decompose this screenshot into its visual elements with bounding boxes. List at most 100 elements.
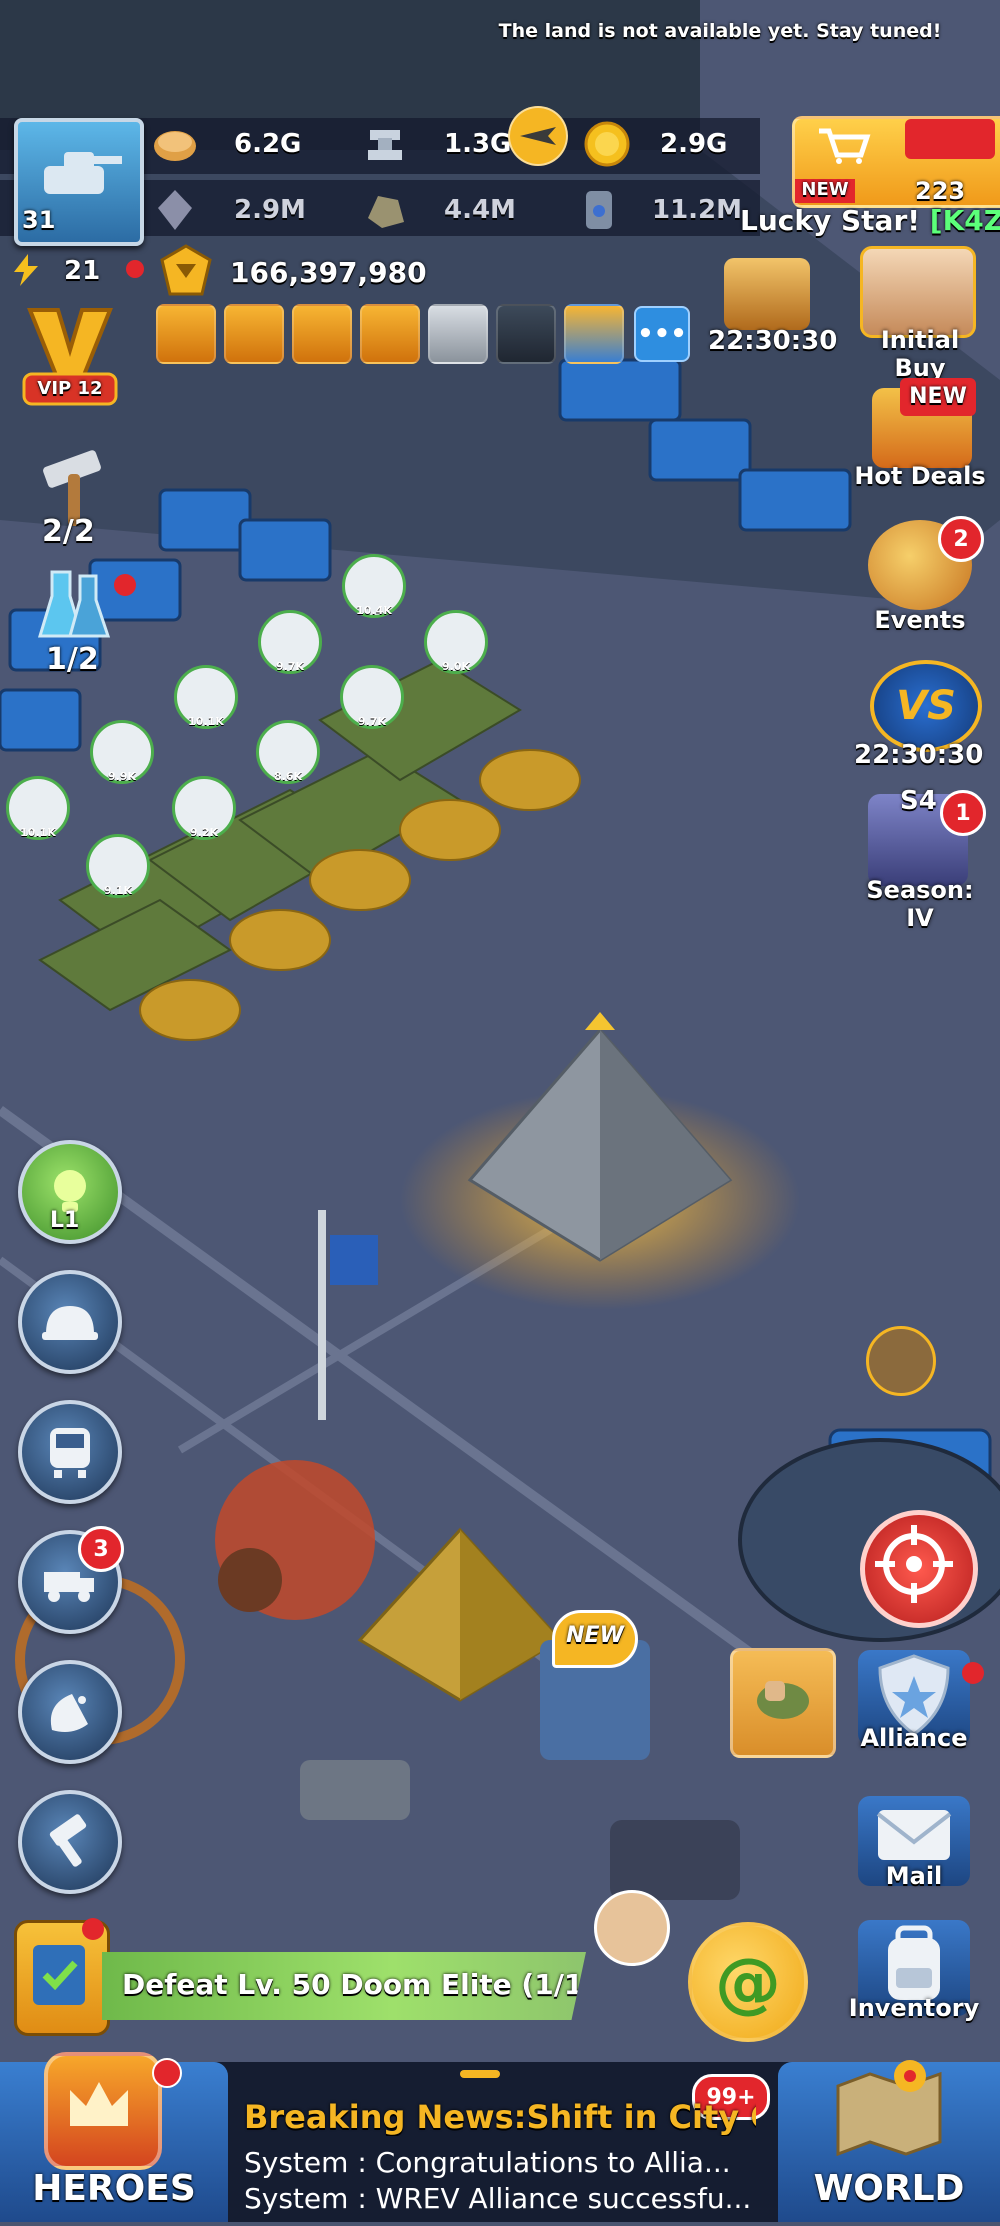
more-buffs-button[interactable]: ••• — [634, 306, 690, 362]
new-building-tag[interactable]: NEW — [552, 1610, 638, 1668]
heroes-label: HEROES — [32, 2168, 196, 2209]
alliance-label[interactable]: Alliance — [850, 1724, 978, 1752]
bubble-value: 9.9K — [107, 770, 136, 783]
world-map-icon — [830, 2056, 948, 2157]
bread-collect-bubble[interactable]: 9.2K — [172, 776, 236, 840]
energy-alert-dot — [126, 260, 144, 278]
shop-button[interactable]: NEW 223 — [792, 116, 1000, 208]
alliance-alert-dot — [962, 1662, 984, 1684]
energy-value[interactable]: 21 — [64, 256, 100, 286]
bread-collect-bubble[interactable]: 9.0K — [424, 610, 488, 674]
bread-collect-bubble[interactable]: 8.6K — [256, 720, 320, 784]
offer-timer: 22:30:30 — [708, 326, 838, 356]
builders-count: 2/2 — [42, 514, 95, 549]
season-badge: 1 — [940, 790, 986, 836]
bread-collect-bubble[interactable]: 9.7K — [340, 665, 404, 729]
resource-crystal[interactable]: 2.9M — [152, 190, 306, 230]
steel-collect-bubble[interactable]: 9.9K — [90, 720, 154, 784]
steel-collect-bubble[interactable]: 10.1K — [174, 665, 238, 729]
vip-label: VIP 12 — [37, 378, 103, 399]
bread-collect-bubble[interactable]: 9.1K — [86, 834, 150, 898]
buff-fist-icon[interactable] — [360, 304, 420, 364]
resource-bread[interactable]: 6.2G — [152, 124, 301, 164]
bubble-value: 10.4K — [356, 604, 392, 617]
vs-event-icon[interactable]: VS — [870, 660, 982, 752]
resource-steel[interactable]: 1.3G — [362, 124, 511, 164]
gold-coin-icon — [584, 121, 630, 167]
crosshair-icon — [875, 1525, 953, 1603]
resource-value: 11.2M — [652, 195, 743, 225]
buff-gas-mask-icon[interactable] — [428, 304, 488, 364]
resource-oil[interactable]: 11.2M — [576, 190, 742, 230]
notice-text: The land is not available yet. Stay tune… — [498, 20, 942, 42]
season-tag: S4 — [900, 786, 937, 816]
bubble-value: 9.7K — [275, 660, 304, 673]
vip-badge[interactable]: VIP 12 — [14, 300, 126, 412]
lucky-star-text[interactable]: Lucky Star! [K4ZE] — [740, 204, 1000, 237]
hot-deals-label[interactable]: Hot Deals — [852, 462, 988, 490]
shop-new-badge: NEW — [795, 179, 855, 203]
energy-icon — [8, 252, 44, 288]
bubble-value: 9.2K — [189, 826, 218, 839]
buff-builder-icon[interactable] — [564, 304, 624, 364]
research-alert-dot — [114, 574, 136, 596]
steel-collect-bubble[interactable]: 10.1K — [6, 776, 70, 840]
buff-troop-icon[interactable] — [224, 304, 284, 364]
world-button[interactable]: WORLD — [778, 2060, 1000, 2222]
buff-explosion-icon[interactable] — [292, 304, 352, 364]
helmet-icon — [42, 1306, 98, 1340]
buff-helmet-icon[interactable] — [156, 304, 216, 364]
quest-banner[interactable]: Defeat Lv. 50 Doom Elite (1/1) — [102, 1952, 586, 2020]
chat-panel[interactable]: 99+ Breaking News:Shift in City Co... Sy… — [240, 2062, 770, 2222]
steel-collect-bubble[interactable]: 9.7K — [258, 610, 322, 674]
lucky-star-code: [K4ZE] — [929, 204, 1000, 237]
buff-leaf-icon[interactable] — [496, 304, 556, 364]
shop-count: 223 — [915, 177, 966, 205]
resource-value: 1.3G — [444, 129, 512, 159]
crystal-icon — [152, 187, 198, 233]
resource-ore[interactable]: 4.4M — [362, 190, 516, 230]
hammer-build-button[interactable] — [18, 1790, 122, 1894]
handshake-icon — [757, 1681, 809, 1719]
builder-helmet-button[interactable] — [18, 1270, 122, 1374]
research-flask-icon[interactable] — [36, 566, 120, 644]
bubble-value: 10.1K — [188, 715, 224, 728]
satellite-dish-icon — [50, 1694, 88, 1732]
bubble-value: 8.6K — [273, 770, 302, 783]
player-avatar[interactable]: 31 — [14, 118, 144, 246]
quest-alert-dot — [82, 1918, 104, 1940]
power-value[interactable]: 166,397,980 — [230, 256, 427, 289]
events-label[interactable]: Events — [866, 606, 974, 634]
bubble-value: 10.1K — [20, 826, 56, 839]
chat-hero-avatar[interactable] — [594, 1890, 670, 1966]
inventory-label[interactable]: Inventory — [842, 1994, 986, 2022]
resource-value: 2.9G — [660, 129, 728, 159]
ore-icon — [362, 187, 408, 233]
train-button[interactable] — [18, 1400, 122, 1504]
resource-value: 4.4M — [444, 195, 516, 225]
alliance-help-button[interactable] — [730, 1648, 836, 1758]
headquarters-building[interactable] — [440, 1000, 760, 1290]
cart-icon — [819, 128, 871, 164]
oil-barrel-icon — [576, 187, 622, 233]
train-icon — [50, 1428, 90, 1478]
bubble-value: 9.0K — [441, 660, 470, 673]
initial-buy-portrait[interactable] — [860, 246, 976, 338]
at-mention-icon: @ — [715, 1943, 781, 2021]
attack-target-button[interactable] — [860, 1510, 978, 1628]
mail-label[interactable]: Mail — [850, 1862, 978, 1890]
tips-level: L1 — [50, 1208, 80, 1233]
events-badge: 2 — [938, 516, 984, 562]
heroes-button[interactable]: HEROES — [0, 2052, 228, 2222]
commander-avatar[interactable] — [866, 1326, 936, 1396]
mention-button[interactable]: @ — [688, 1922, 808, 2042]
resource-gold[interactable]: 2.9G — [584, 121, 728, 167]
steel-icon — [362, 121, 408, 167]
player-level: 31 — [22, 206, 56, 234]
radar-button[interactable] — [18, 1660, 122, 1764]
jet-boost-icon[interactable] — [508, 106, 568, 166]
season-label[interactable]: Season: IV — [852, 876, 988, 932]
initial-buy-label[interactable]: Initial Buy — [858, 326, 982, 382]
steel-collect-bubble[interactable]: 10.4K — [342, 554, 406, 618]
offer-hero-portrait[interactable] — [724, 258, 810, 330]
